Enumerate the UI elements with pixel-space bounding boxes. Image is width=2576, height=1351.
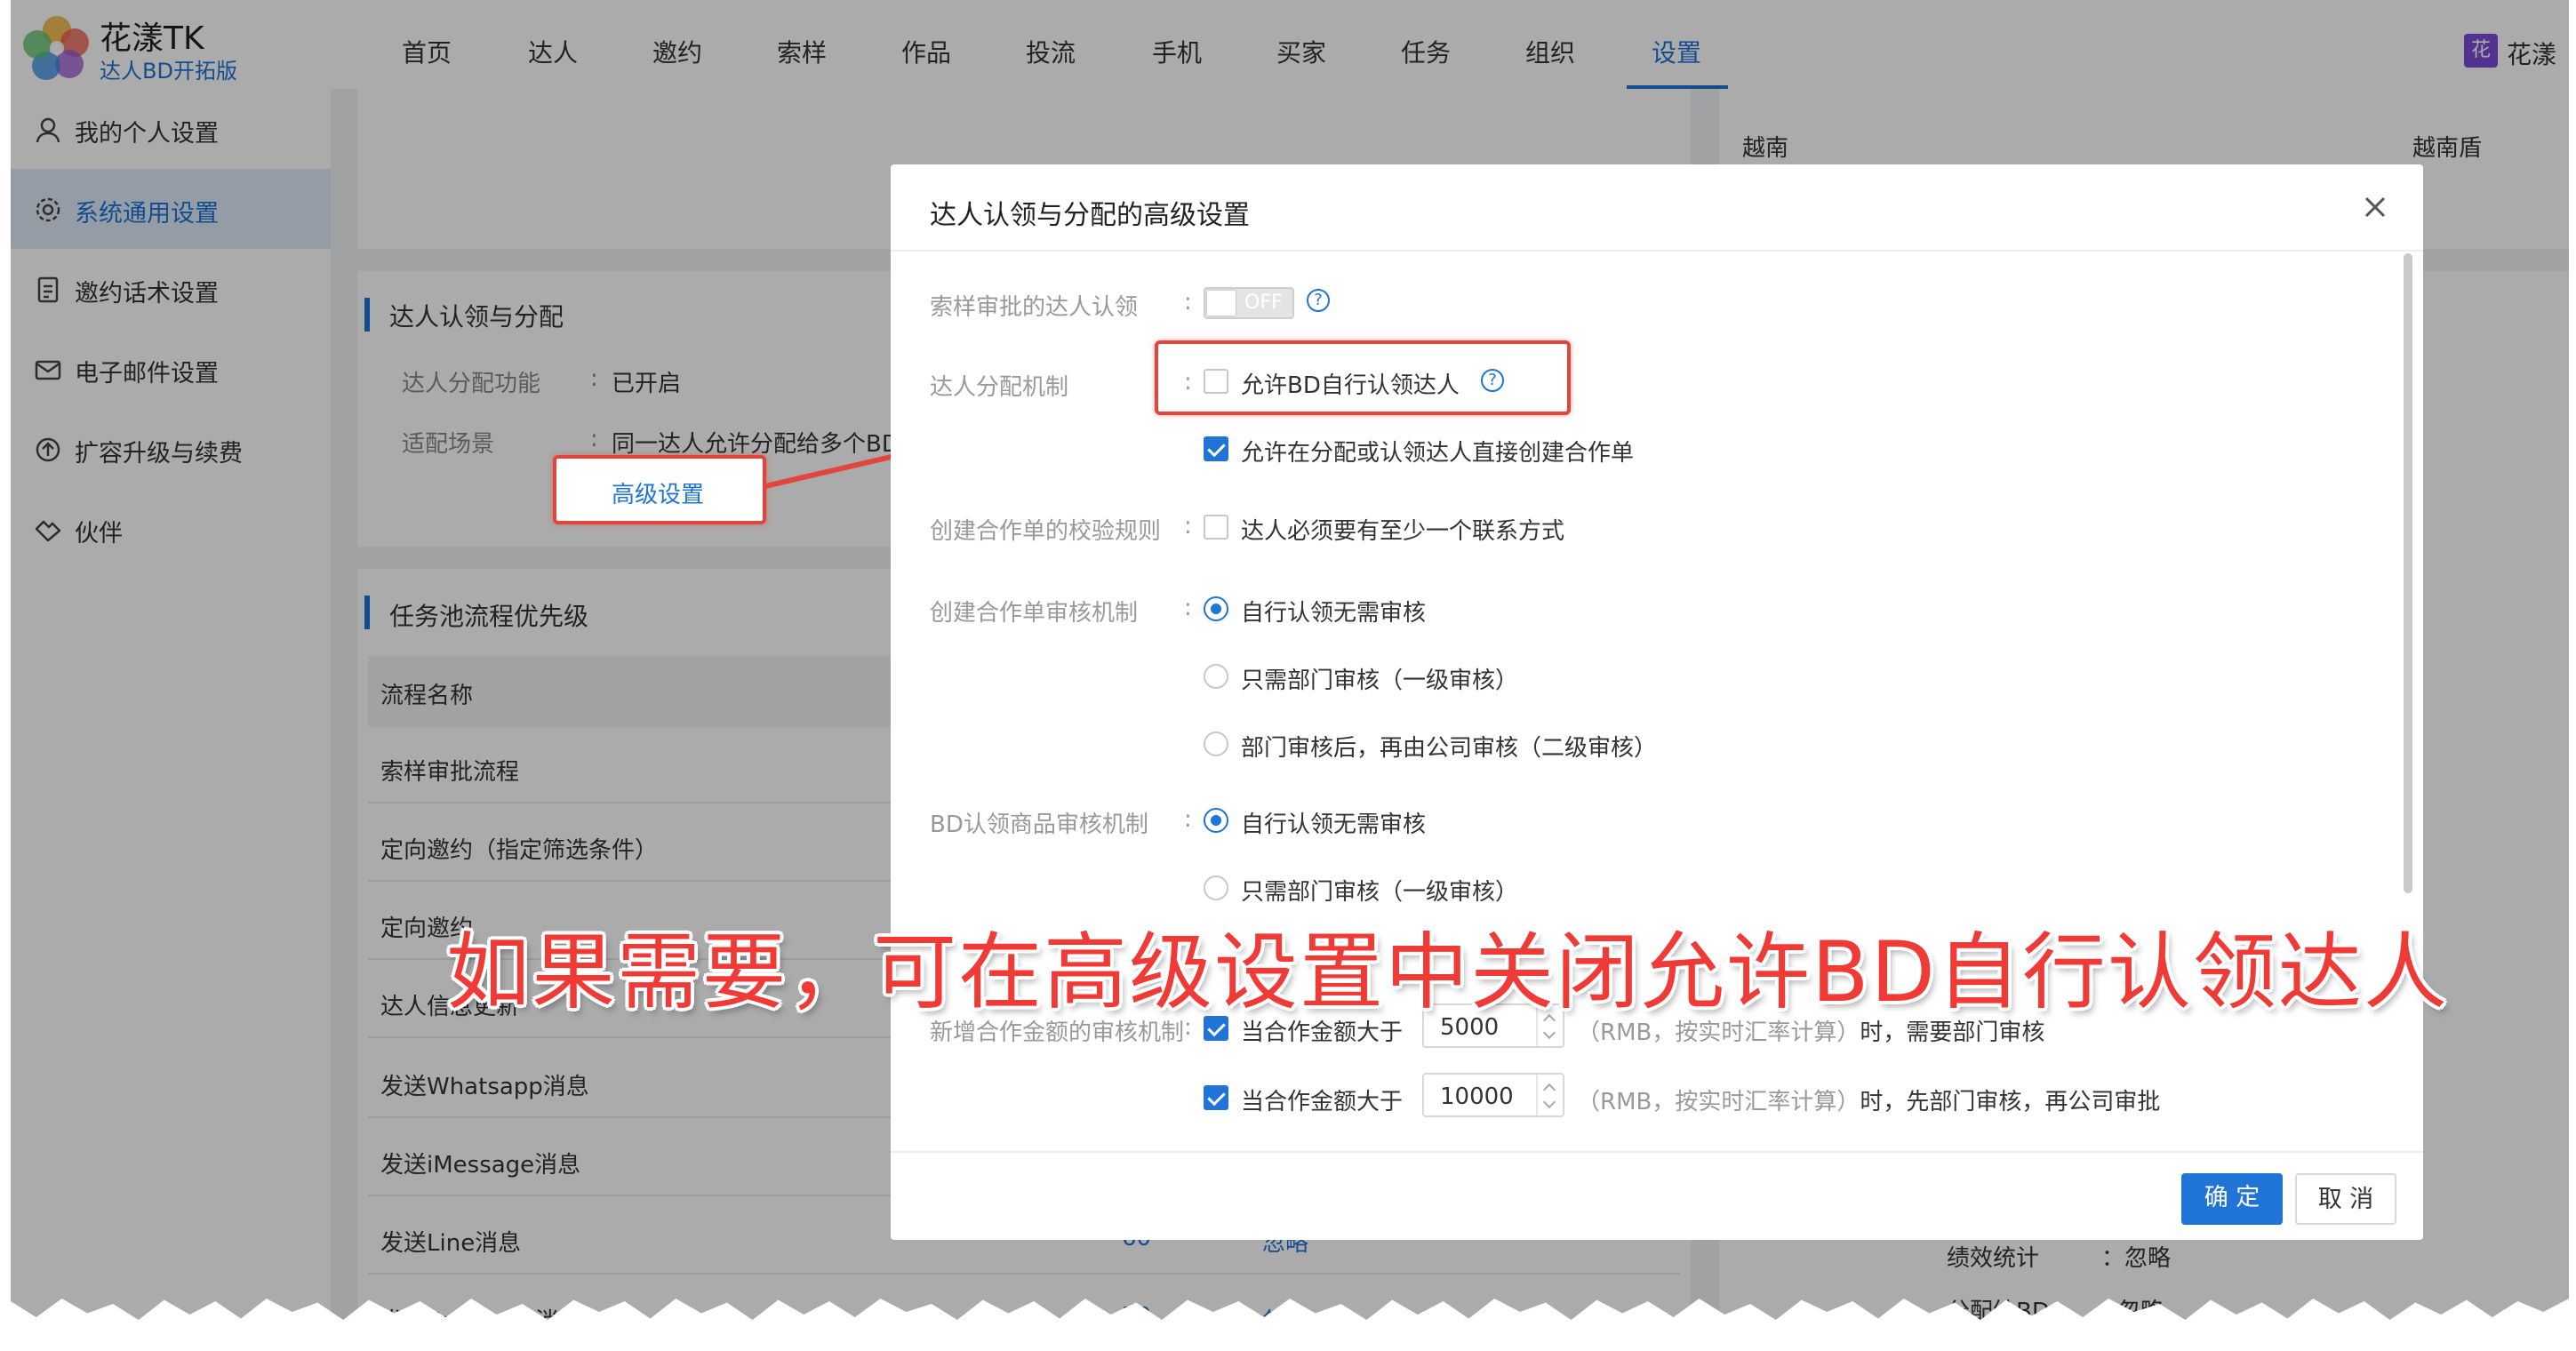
assign-mechanism-label: 达人分配机制 [930, 374, 1069, 401]
close-icon[interactable] [2357, 189, 2393, 225]
review-option-label: 部门审核后，再由公司审核（二级审核） [1241, 735, 1658, 762]
review-option-label: 自行认领无需审核 [1241, 600, 1427, 627]
review-option-dept-radio[interactable] [1204, 664, 1228, 689]
amount-threshold-prefix: 当合作金额大于 [1241, 1089, 1404, 1115]
review-option-none-radio[interactable] [1204, 596, 1228, 621]
stepper-icon[interactable] [1536, 1075, 1563, 1115]
allow-bd-claim-highlight [1155, 340, 1571, 415]
colon: : [1184, 289, 1192, 316]
toggle-state: OFF [1244, 292, 1283, 314]
colon: : [1184, 806, 1192, 833]
modal-footer-divider [891, 1151, 2423, 1153]
modal-scrollbar[interactable] [2404, 253, 2412, 893]
review-option-two-level-radio[interactable] [1204, 731, 1228, 756]
require-contact-checkbox[interactable] [1204, 515, 1228, 540]
advanced-settings-highlight: 高级设置 [553, 455, 766, 524]
colon: : [1184, 513, 1192, 540]
bd-review-dept-radio[interactable] [1204, 875, 1228, 900]
review-option-label: 只需部门审核（一级审核） [1241, 668, 1519, 694]
amount-threshold-hint: （RMB，按实时汇率计算）时，先部门审核，再公司审批 [1577, 1083, 2160, 1116]
allow-create-contract-label: 允许在分配或认领达人直接创建合作单 [1241, 440, 1635, 467]
toggle-knob [1207, 291, 1236, 316]
require-contact-label: 达人必须要有至少一个联系方式 [1241, 518, 1565, 545]
amount-threshold-value: 10000 [1440, 1083, 1514, 1110]
help-icon[interactable]: ? [1307, 289, 1330, 312]
allow-create-contract-checkbox[interactable] [1204, 436, 1228, 461]
confirm-button[interactable]: 确 定 [2181, 1173, 2283, 1225]
modal-title: 达人认领与分配的高级设置 [930, 200, 1250, 231]
bd-product-review-label: BD认领商品审核机制 [930, 811, 1148, 838]
amount-threshold-2-checkbox[interactable] [1204, 1085, 1228, 1110]
bd-review-option-label: 自行认领无需审核 [1241, 811, 1427, 838]
amount-threshold-2-input[interactable]: 10000 [1422, 1073, 1564, 1117]
threshold-action: 时，先部门审核，再公司审批 [1860, 1089, 2161, 1115]
cancel-button[interactable]: 取 消 [2295, 1173, 2396, 1225]
screenshot-frame: 花漾TK 达人BD开拓版 首页 达人 邀约 索样 作品 投流 手机 买家 任务 … [11, 0, 2569, 1320]
modal-header-divider [891, 250, 2423, 252]
sample-claim-toggle[interactable]: OFF [1204, 287, 1294, 319]
annotation-caption: 如果需要，可在高级设置中关闭允许BD自行认领达人 [446, 924, 2449, 1021]
advanced-settings-modal: 达人认领与分配的高级设置 索样审批的达人认领 : OFF ? 达人分配机制 : … [891, 164, 2423, 1240]
validate-rule-label: 创建合作单的校验规则 [930, 518, 1162, 545]
bd-review-none-radio[interactable] [1204, 808, 1228, 833]
review-mechanism-label: 创建合作单审核机制 [930, 600, 1139, 627]
colon: : [1184, 595, 1192, 621]
advanced-settings-link[interactable]: 高级设置 [612, 476, 704, 509]
sample-claim-label: 索样审批的达人认领 [930, 294, 1139, 321]
currency-hint: （RMB，按实时汇率计算） [1577, 1089, 1860, 1115]
bd-review-option-label: 只需部门审核（一级审核） [1241, 879, 1519, 906]
